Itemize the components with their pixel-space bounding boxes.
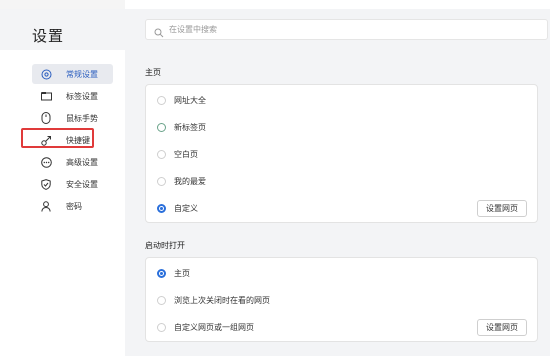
sidebar-item-general[interactable]: 常规设置 bbox=[32, 64, 113, 84]
option-label: 我的最爱 bbox=[174, 177, 206, 186]
option-label: 浏览上次关闭时在看的网页 bbox=[174, 296, 270, 305]
sidebar-item-tabs[interactable]: 标签设置 bbox=[32, 86, 113, 106]
sidebar-item-label: 密码 bbox=[66, 201, 82, 211]
homepage-option-custom[interactable]: 自定义 设置网页 bbox=[146, 195, 537, 222]
radio-button[interactable] bbox=[157, 123, 166, 132]
target-icon bbox=[40, 68, 52, 80]
startup-section-title: 启动时打开 bbox=[145, 241, 185, 250]
tab-icon bbox=[40, 90, 52, 102]
search-icon bbox=[154, 25, 164, 37]
startup-option-home[interactable]: 主页 bbox=[146, 260, 537, 287]
homepage-option-url-directory[interactable]: 网址大全 bbox=[146, 87, 537, 114]
homepage-option-favorites[interactable]: 我的最爱 bbox=[146, 168, 537, 195]
homepage-option-blank[interactable]: 空白页 bbox=[146, 141, 537, 168]
sidebar-item-label: 鼠标手势 bbox=[66, 113, 98, 123]
radio-button[interactable] bbox=[157, 96, 166, 105]
sidebar-item-security[interactable]: 安全设置 bbox=[32, 174, 113, 194]
radio-button-selected[interactable] bbox=[157, 269, 166, 278]
option-label: 空白页 bbox=[174, 150, 198, 159]
option-label: 主页 bbox=[174, 269, 190, 278]
mouse-icon bbox=[40, 112, 52, 124]
radio-button[interactable] bbox=[157, 296, 166, 305]
option-label: 自定义网页或一组网页 bbox=[174, 323, 254, 332]
shortcut-highlight-box bbox=[21, 128, 94, 148]
page-title: 设置 bbox=[32, 28, 65, 45]
sidebar-item-label: 安全设置 bbox=[66, 179, 98, 189]
sidebar-item-advanced[interactable]: 高级设置 bbox=[32, 152, 113, 172]
homepage-option-new-tab[interactable]: 新标签页 bbox=[146, 114, 537, 141]
radio-button[interactable] bbox=[157, 177, 166, 186]
startup-option-custom-pages[interactable]: 自定义网页或一组网页 设置网页 bbox=[146, 314, 537, 341]
search-input[interactable]: 在设置中搜索 bbox=[145, 19, 548, 40]
sidebar-item-password[interactable]: 密码 bbox=[32, 196, 113, 216]
user-icon bbox=[40, 200, 52, 212]
startup-card: 主页 浏览上次关闭时在看的网页 自定义网页或一组网页 设置网页 bbox=[145, 257, 538, 342]
top-strip-left bbox=[0, 0, 125, 9]
sidebar-item-label: 高级设置 bbox=[66, 157, 98, 167]
sidebar-item-mouse[interactable]: 鼠标手势 bbox=[32, 108, 113, 128]
radio-button[interactable] bbox=[157, 150, 166, 159]
option-label: 网址大全 bbox=[174, 96, 206, 105]
shield-icon bbox=[40, 178, 52, 190]
option-label: 新标签页 bbox=[174, 123, 206, 132]
radio-button[interactable] bbox=[157, 323, 166, 332]
option-label: 自定义 bbox=[174, 204, 198, 213]
search-placeholder: 在设置中搜索 bbox=[169, 25, 217, 34]
more-icon bbox=[40, 156, 52, 168]
sidebar-item-label: 常规设置 bbox=[66, 69, 98, 79]
sidebar-item-label: 标签设置 bbox=[66, 91, 98, 101]
set-startup-pages-button[interactable]: 设置网页 bbox=[477, 319, 527, 336]
radio-button-selected[interactable] bbox=[157, 204, 166, 213]
set-homepage-button[interactable]: 设置网页 bbox=[477, 200, 527, 217]
startup-option-restore-session[interactable]: 浏览上次关闭时在看的网页 bbox=[146, 287, 537, 314]
homepage-section-title: 主页 bbox=[145, 68, 161, 77]
homepage-card: 网址大全 新标签页 空白页 我的最爱 自定义 设置网页 bbox=[145, 84, 538, 223]
